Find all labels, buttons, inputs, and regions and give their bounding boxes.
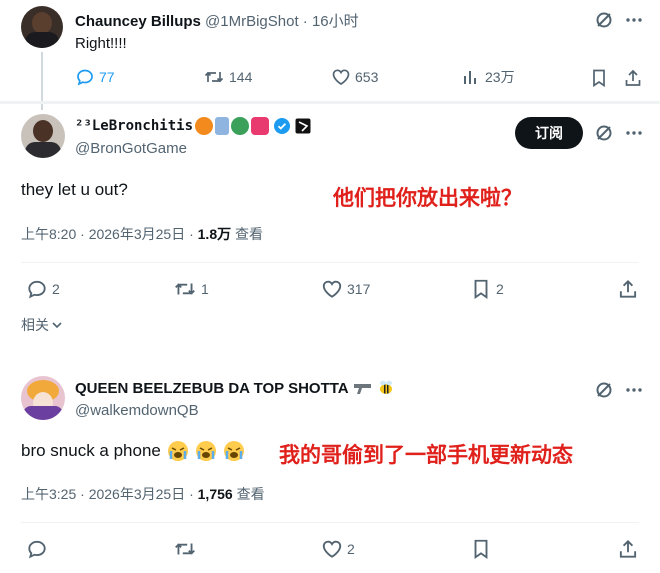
tweet-meta: 上午3:25 · 2026年3月25日 · 1,756 查看 — [21, 484, 265, 504]
bookmark-icon[interactable] — [589, 68, 609, 88]
tweet-text: they let u out? — [21, 180, 128, 199]
tweet-meta: 上午8:20 · 2026年3月25日 · 1.8万 查看 — [21, 224, 263, 244]
tweet-text: Right!!!! — [75, 35, 127, 52]
reply-button[interactable]: 2 — [26, 278, 60, 300]
basketball-icon — [195, 117, 214, 135]
avatar[interactable] — [21, 114, 65, 158]
divider — [21, 522, 639, 523]
gun-icon — [353, 380, 373, 396]
subscribe-label: 订阅 — [535, 126, 563, 142]
views-button[interactable]: 23万 — [461, 67, 515, 87]
avatar[interactable] — [21, 6, 63, 48]
translation-annotation: 我的哥偷到了一部手机更新动态 — [279, 443, 573, 467]
bookmark-icon[interactable] — [470, 538, 492, 560]
hearts-icon — [251, 117, 270, 135]
tweet-header: QUEEN BEELZEBUB DA TOP SHOTTA — [75, 379, 395, 397]
grok-icon[interactable] — [594, 380, 614, 400]
handle[interactable]: @BronGotGame — [75, 140, 187, 157]
views-count: 23万 — [485, 69, 515, 85]
like-count: 2 — [347, 541, 355, 557]
chevron-down-icon — [51, 319, 63, 331]
subscribe-button[interactable]: 订阅 — [515, 117, 583, 149]
like-count: 317 — [347, 281, 371, 297]
views-icon — [461, 67, 481, 87]
reply-icon — [26, 278, 48, 300]
tweet-body: bro snuck a phone — [21, 440, 245, 462]
share-icon[interactable] — [617, 278, 639, 300]
display-name[interactable]: ²³LeBronchitis — [75, 118, 193, 134]
crying-face-icon — [223, 440, 245, 462]
more-icon[interactable] — [624, 380, 644, 400]
reply-count: 2 — [52, 281, 60, 297]
view-count: 1,756 — [197, 486, 233, 502]
retweet-count: 1 — [201, 281, 209, 297]
avatar[interactable] — [21, 376, 65, 420]
globe-icon — [231, 117, 250, 135]
crying-face-icon — [167, 440, 189, 462]
like-count: 653 — [355, 69, 379, 85]
tweet-header: Chauncey Billups @1MrBigShot · 16小时 — [75, 10, 359, 31]
bookmark-icon — [470, 278, 492, 300]
heart-icon — [321, 538, 343, 560]
view-count-label: 查看 — [232, 486, 265, 502]
bookmark-button[interactable]: 2 — [470, 278, 504, 300]
crying-face-icon — [195, 440, 217, 462]
more-icon[interactable] — [624, 123, 644, 143]
timestamp[interactable]: 上午8:20 · 2026年3月25日 · — [21, 226, 198, 242]
display-name[interactable]: QUEEN BEELZEBUB DA TOP SHOTTA — [75, 380, 349, 397]
reply-count: 77 — [99, 69, 115, 85]
brush-icon — [215, 117, 230, 135]
view-count-label: 查看 — [231, 226, 263, 242]
divider — [0, 101, 660, 104]
reply-icon[interactable] — [26, 538, 48, 560]
retweet-button[interactable]: 1 — [173, 278, 209, 300]
retweet-button[interactable]: 144 — [203, 67, 252, 87]
share-icon[interactable] — [617, 538, 639, 560]
related-button[interactable]: 相关 — [21, 315, 63, 335]
display-name[interactable]: Chauncey Billups — [75, 13, 201, 30]
bee-icon — [377, 379, 395, 397]
retweet-count: 144 — [229, 69, 253, 85]
affiliate-badge-icon — [295, 118, 311, 134]
divider — [21, 262, 639, 263]
heart-icon — [321, 278, 343, 300]
retweet-icon — [203, 67, 225, 87]
like-button[interactable]: 2 — [321, 538, 355, 560]
heart-icon — [331, 67, 351, 87]
more-icon[interactable] — [624, 10, 644, 30]
like-button[interactable]: 653 — [331, 67, 378, 87]
grok-icon[interactable] — [594, 10, 614, 30]
like-button[interactable]: 317 — [321, 278, 370, 300]
bookmark-count: 2 — [496, 281, 504, 297]
translation-annotation: 他们把你放出来啦？ — [333, 186, 522, 210]
view-count: 1.8万 — [197, 226, 232, 242]
divider — [0, 345, 660, 361]
handle[interactable]: @walkemdownQB — [75, 402, 199, 419]
grok-icon[interactable] — [594, 123, 614, 143]
reply-icon — [75, 67, 95, 87]
timestamp[interactable]: 上午3:25 · 2026年3月25日 · — [21, 486, 198, 502]
related-label: 相关 — [21, 318, 49, 334]
tweet-text: bro snuck a phone — [21, 441, 161, 460]
retweet-icon[interactable] — [173, 538, 197, 560]
retweet-icon — [173, 278, 197, 300]
reply-button[interactable]: 77 — [75, 67, 115, 87]
verified-icon — [273, 117, 291, 135]
share-icon[interactable] — [623, 68, 643, 88]
tweet-header: ²³LeBronchitis — [75, 117, 311, 135]
handle-and-time[interactable]: @1MrBigShot · 16小时 — [205, 13, 359, 30]
